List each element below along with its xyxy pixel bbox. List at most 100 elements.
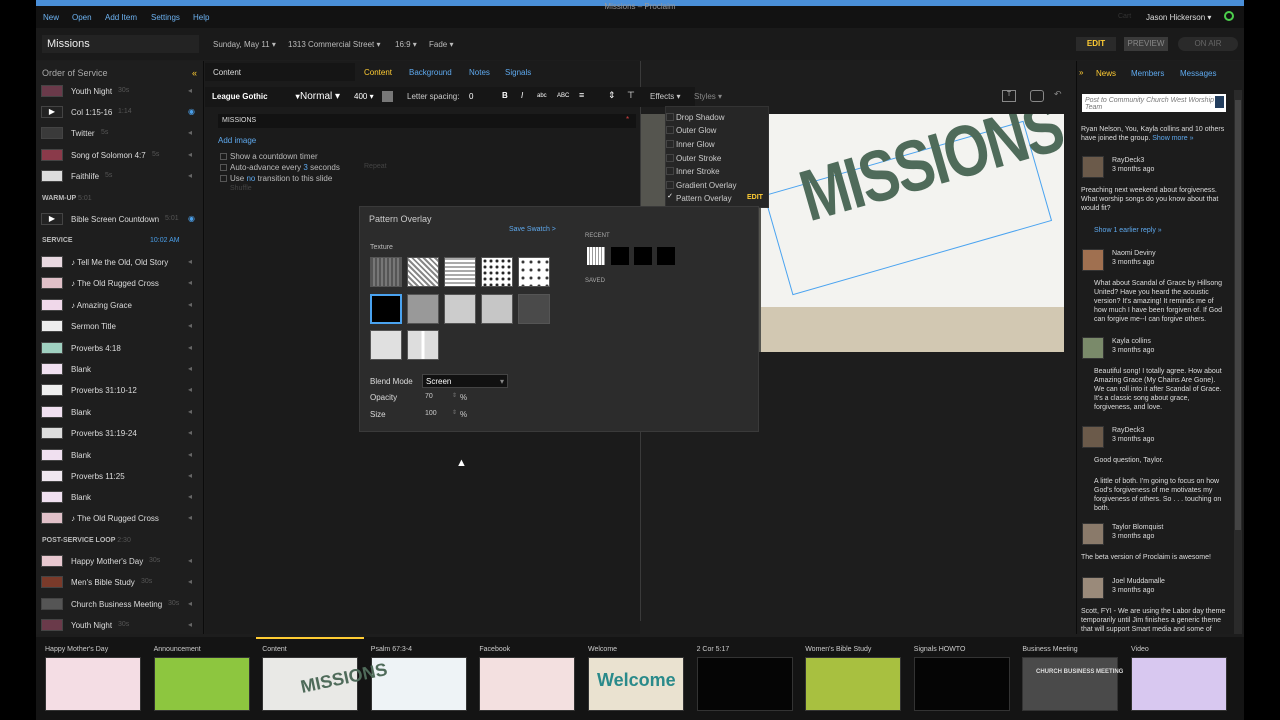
avatar[interactable] <box>1082 523 1104 545</box>
text-color-swatch[interactable] <box>382 91 393 102</box>
service-name[interactable]: Missions <box>42 35 199 53</box>
menu-open[interactable]: Open <box>72 13 92 22</box>
tray-item-thumbnail[interactable] <box>1022 657 1119 711</box>
service-item[interactable]: Proverbs 11:25 ◂ <box>36 467 202 485</box>
effect-checkbox[interactable] <box>666 181 674 189</box>
effect-option[interactable]: Inner Stroke <box>676 167 720 176</box>
font-style-select[interactable]: Normal ▾ <box>300 91 340 102</box>
service-item[interactable]: ♪ The Old Rugged Cross ◂ <box>36 274 202 292</box>
recent-swatch-1[interactable] <box>587 247 605 265</box>
expand-panel-icon[interactable]: » <box>1079 68 1083 77</box>
auto-advance-checkbox[interactable] <box>220 164 227 171</box>
service-item[interactable]: Blank ◂ <box>36 360 202 378</box>
service-item[interactable]: Proverbs 31:19-24 ◂ <box>36 424 202 442</box>
line-height-icon[interactable]: ⇕ <box>608 90 616 101</box>
avatar[interactable] <box>1082 156 1104 178</box>
menu-new[interactable]: New <box>43 13 59 22</box>
size-stepper-icon[interactable]: ⇕ <box>452 409 457 416</box>
texture-swatch-10[interactable] <box>518 294 550 324</box>
texture-swatch-6-selected[interactable] <box>370 294 402 324</box>
tray-item-thumbnail[interactable] <box>1131 657 1227 711</box>
service-date[interactable]: Sunday, May 11 ▾ <box>213 40 276 49</box>
menu-help[interactable]: Help <box>193 13 209 22</box>
repeat-option[interactable]: Repeat <box>364 163 387 170</box>
font-weight-select[interactable]: 400 ▾ <box>354 92 374 101</box>
service-item[interactable]: Twitter 5s ◂ <box>36 124 202 142</box>
italic-button[interactable]: I <box>521 91 523 100</box>
service-item[interactable]: Youth Night 30s ◂ <box>36 82 202 100</box>
transition-select[interactable]: Fade ▾ <box>429 40 453 49</box>
slide-preview[interactable]: MISSIONS <box>761 114 1064 352</box>
item-action-icon[interactable]: ◂ <box>188 513 192 522</box>
item-action-icon[interactable]: ◂ <box>188 257 192 266</box>
item-action-icon[interactable]: ◂ <box>188 492 192 501</box>
item-action-icon[interactable]: ◂ <box>188 343 192 352</box>
post-author[interactable]: Naomi Deviny <box>1112 249 1156 258</box>
item-action-icon[interactable]: ◂ <box>188 300 192 309</box>
service-item[interactable]: ♪ Amazing Grace ◂ <box>36 296 202 314</box>
text-box-icon[interactable]: T <box>1002 90 1016 102</box>
effect-option[interactable]: Outer Stroke <box>676 154 721 163</box>
effect-checkbox[interactable] <box>666 113 674 121</box>
undo-icon[interactable]: ↶ <box>1054 89 1062 100</box>
avatar[interactable] <box>1082 426 1104 448</box>
service-item[interactable]: Church Business Meeting 30s ◂ <box>36 595 202 613</box>
item-action-icon[interactable]: ◂ <box>188 150 192 159</box>
tab-background[interactable]: Background <box>409 68 452 77</box>
texture-swatch-4[interactable] <box>481 257 513 287</box>
texture-swatch-7[interactable] <box>407 294 439 324</box>
texture-swatch-8[interactable] <box>444 294 476 324</box>
post-author[interactable]: Joel Muddamalle <box>1112 577 1165 586</box>
font-family-select[interactable]: League Gothic ▾ <box>212 92 300 101</box>
item-action-icon[interactable]: ◂ <box>188 599 192 608</box>
letter-spacing-input[interactable]: 0 <box>469 92 473 101</box>
service-item[interactable]: Proverbs 4:18 ◂ <box>36 339 202 357</box>
texture-swatch-2[interactable] <box>407 257 439 287</box>
post-input[interactable]: Post to Community Church West Worship Te… <box>1082 94 1226 112</box>
item-action-icon[interactable]: ◂ <box>188 577 192 586</box>
service-item[interactable]: Blank ◂ <box>36 488 202 506</box>
texture-swatch-3[interactable] <box>444 257 476 287</box>
item-action-icon[interactable]: ◂ <box>188 364 192 373</box>
item-action-icon[interactable]: ◂ <box>188 620 192 629</box>
service-item[interactable]: ♪ The Old Rugged Cross ◂ <box>36 509 202 527</box>
uppercase-button[interactable]: ABC <box>557 93 569 99</box>
vertical-align-icon[interactable]: ⊤ <box>627 90 635 101</box>
edit-button[interactable]: EDIT <box>1076 37 1116 51</box>
tray-item-thumbnail[interactable] <box>913 657 1010 711</box>
effect-option[interactable]: Gradient Overlay <box>676 181 736 190</box>
item-action-icon[interactable]: ◂ <box>188 278 192 287</box>
item-action-icon[interactable]: ◂ <box>188 385 192 394</box>
countdown-checkbox[interactable] <box>220 153 227 160</box>
effect-checkbox[interactable] <box>666 126 674 134</box>
effect-option[interactable]: Inner Glow <box>676 140 715 149</box>
post-author[interactable]: Taylor Blomquist <box>1112 523 1163 532</box>
tab-news[interactable]: News <box>1096 69 1116 78</box>
post-submit-icon[interactable] <box>1215 96 1224 108</box>
tray-item-thumbnail[interactable] <box>805 657 902 711</box>
service-item[interactable]: ▶ Col 1:15-16 1:14 ◉ <box>36 103 202 121</box>
user-menu[interactable]: Jason Hickerson ▾ <box>1146 13 1211 22</box>
tab-notes[interactable]: Notes <box>469 68 490 77</box>
service-item[interactable]: ▶ Bible Screen Countdown 5:01 ◉ <box>36 210 202 228</box>
avatar[interactable] <box>1082 249 1104 271</box>
lowercase-button[interactable]: abc <box>537 93 547 99</box>
effects-edit-button[interactable]: EDIT <box>747 194 763 201</box>
texture-swatch-9[interactable] <box>481 294 513 324</box>
tab-signals[interactable]: Signals <box>505 68 531 77</box>
save-swatch-link[interactable]: Save Swatch > <box>509 226 556 233</box>
tab-messages[interactable]: Messages <box>1180 69 1216 78</box>
styles-menu[interactable]: Styles ▾ <box>694 92 722 101</box>
collapse-panel-icon[interactable]: « <box>192 68 197 78</box>
texture-swatch-12[interactable] <box>407 330 439 360</box>
item-action-icon[interactable]: ◂ <box>188 86 192 95</box>
effect-option[interactable]: Pattern Overlay <box>676 194 732 203</box>
effects-menu[interactable]: Effects ▾ <box>650 92 681 101</box>
effect-checkbox[interactable] <box>666 167 674 175</box>
avatar[interactable] <box>1082 577 1104 599</box>
effect-checkbox[interactable]: ✓ <box>666 193 674 202</box>
feed-scrollbar-thumb[interactable] <box>1235 100 1241 530</box>
add-image-link[interactable]: Add image <box>218 136 256 145</box>
service-item[interactable]: Proverbs 31:10-12 ◂ <box>36 381 202 399</box>
texture-swatch-5[interactable] <box>518 257 550 287</box>
